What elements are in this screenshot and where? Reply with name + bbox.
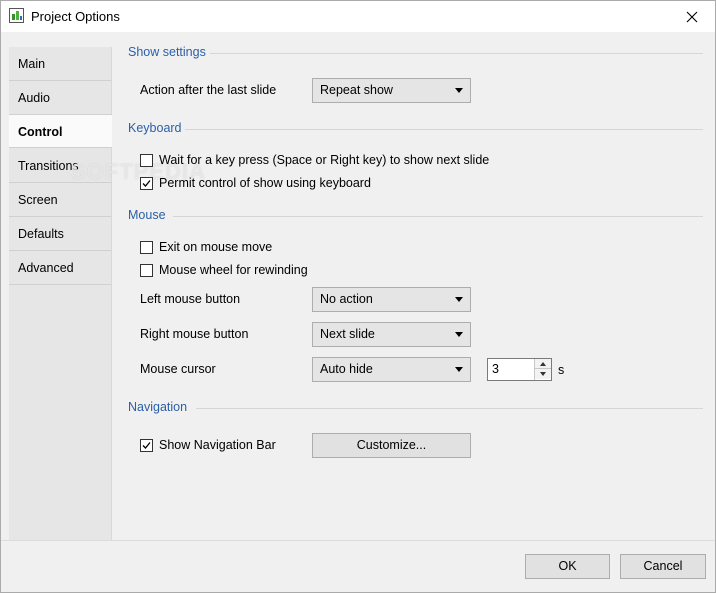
permit-control-label: Permit control of show using keyboard xyxy=(159,176,371,190)
ok-button[interactable]: OK xyxy=(525,554,610,579)
right-mouse-button-label: Right mouse button xyxy=(140,327,249,341)
section-title-keyboard: Keyboard xyxy=(128,121,182,135)
mouse-cursor-label: Mouse cursor xyxy=(140,362,216,376)
sidebar-item-audio[interactable]: Audio xyxy=(9,81,111,115)
dropdown-arrow-icon xyxy=(455,367,463,372)
wait-key-label: Wait for a key press (Space or Right key… xyxy=(159,153,490,167)
seconds-unit-label: s xyxy=(558,363,565,377)
stepper-down-icon[interactable] xyxy=(535,369,551,379)
stepper-buttons xyxy=(534,359,551,380)
mouse-cursor-select[interactable]: Auto hide xyxy=(312,357,471,382)
action-after-last-slide-label: Action after the last slide xyxy=(140,83,277,97)
project-options-window: Project Options Main Audio Control Trans… xyxy=(0,0,716,593)
sidebar: Main Audio Control Transitions Screen De… xyxy=(9,47,112,540)
show-navigation-bar-label: Show Navigation Bar xyxy=(159,438,276,452)
close-icon xyxy=(686,11,698,22)
control-panel: Show settings Action after the last slid… xyxy=(112,32,715,540)
checkmark-icon xyxy=(142,442,151,449)
right-mouse-button-select[interactable]: Next slide xyxy=(312,322,471,347)
sidebar-item-advanced[interactable]: Advanced xyxy=(9,251,111,285)
close-button[interactable] xyxy=(669,1,715,32)
cursor-seconds-stepper[interactable]: 3 xyxy=(487,358,552,381)
dropdown-arrow-icon xyxy=(455,332,463,337)
cursor-seconds-value[interactable]: 3 xyxy=(492,362,499,376)
select-value: Auto hide xyxy=(320,362,373,376)
sidebar-item-control[interactable]: Control xyxy=(9,114,112,148)
wait-key-checkbox[interactable] xyxy=(140,154,153,167)
sidebar-item-main[interactable]: Main xyxy=(9,47,111,81)
title-bar: Project Options xyxy=(1,1,715,32)
left-mouse-button-label: Left mouse button xyxy=(140,292,241,306)
dropdown-arrow-icon xyxy=(455,88,463,93)
dropdown-arrow-icon xyxy=(455,297,463,302)
checkmark-icon xyxy=(142,180,151,187)
select-value: No action xyxy=(320,292,373,306)
sidebar-item-defaults[interactable]: Defaults xyxy=(9,217,111,251)
customize-button[interactable]: Customize... xyxy=(312,433,471,458)
permit-control-checkbox[interactable] xyxy=(140,177,153,190)
content-area: Main Audio Control Transitions Screen De… xyxy=(1,32,715,540)
section-title-mouse: Mouse xyxy=(128,208,166,222)
section-title-show-settings: Show settings xyxy=(128,45,206,59)
section-divider xyxy=(210,53,703,54)
show-navigation-bar-checkbox[interactable] xyxy=(140,439,153,452)
window-title: Project Options xyxy=(31,9,120,24)
dialog-footer: OK Cancel xyxy=(1,540,715,592)
section-divider xyxy=(173,216,703,217)
exit-mouse-move-label: Exit on mouse move xyxy=(159,240,273,254)
section-title-navigation: Navigation xyxy=(128,400,188,414)
section-divider xyxy=(196,408,703,409)
sidebar-item-screen[interactable]: Screen xyxy=(9,183,111,217)
exit-mouse-move-checkbox[interactable] xyxy=(140,241,153,254)
left-mouse-button-select[interactable]: No action xyxy=(312,287,471,312)
select-value: Next slide xyxy=(320,327,375,341)
select-value: Repeat show xyxy=(320,83,393,97)
stepper-up-icon[interactable] xyxy=(535,359,551,369)
action-after-last-slide-select[interactable]: Repeat show xyxy=(312,78,471,103)
mouse-wheel-label: Mouse wheel for rewinding xyxy=(159,263,308,277)
app-chart-icon xyxy=(9,8,24,23)
cancel-button[interactable]: Cancel xyxy=(620,554,706,579)
mouse-wheel-checkbox[interactable] xyxy=(140,264,153,277)
section-divider xyxy=(185,129,703,130)
